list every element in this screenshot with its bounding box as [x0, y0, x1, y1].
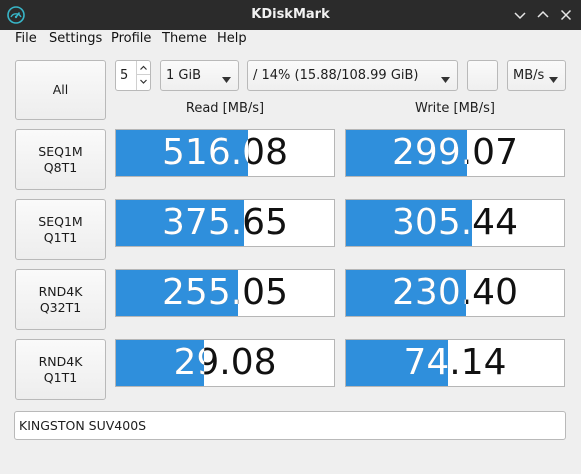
window-title: KDiskMark	[251, 7, 330, 22]
test-button-rnd4k-q32t1[interactable]: RND4K Q32T1	[15, 269, 106, 330]
target-drive-value: / 14% (15.88/108.99 GiB)	[253, 68, 419, 83]
test-button-seq1m-q1t1[interactable]: SEQ1M Q1T1	[15, 199, 106, 260]
kdiskmark-window: KDiskMark File Settings Profile Theme He…	[0, 0, 581, 474]
write-result-rnd4k-q1t1: 74.14 74.14	[345, 339, 565, 387]
spin-down-icon[interactable]	[137, 75, 150, 89]
close-icon[interactable]	[558, 7, 574, 23]
chevron-down-icon	[549, 72, 558, 83]
maximize-icon[interactable]	[535, 7, 551, 23]
read-column-header: Read [MB/s]	[185, 101, 265, 116]
write-result-seq1m-q8t1: 299.07 299.07	[345, 129, 565, 177]
menu-profile[interactable]: Profile	[111, 30, 151, 48]
test-name: RND4K	[38, 284, 83, 299]
run-all-button[interactable]: All	[15, 60, 106, 120]
test-button-seq1m-q8t1[interactable]: SEQ1M Q8T1	[15, 129, 106, 190]
chevron-down-icon	[441, 72, 450, 83]
device-info-field[interactable]: KINGSTON SUV400S	[14, 411, 566, 440]
file-size-select[interactable]: 1 GiB	[160, 60, 239, 91]
menu-theme[interactable]: Theme	[162, 30, 207, 48]
chevron-down-icon	[222, 72, 231, 83]
menu-file[interactable]: File	[15, 30, 37, 48]
target-drive-select[interactable]: / 14% (15.88/108.99 GiB)	[247, 60, 458, 91]
write-result-seq1m-q1t1: 305.44 305.44	[345, 199, 565, 247]
mode-button[interactable]	[467, 60, 498, 91]
test-params: Q1T1	[43, 230, 78, 245]
device-name: KINGSTON SUV400S	[19, 418, 147, 433]
menu-settings[interactable]: Settings	[49, 30, 102, 48]
write-column-header: Write [MB/s]	[415, 101, 495, 116]
unit-select[interactable]: MB/s	[507, 60, 566, 91]
read-result-seq1m-q1t1: 375.65 375.65	[115, 199, 335, 247]
loops-value: 5	[120, 68, 129, 83]
read-result-rnd4k-q32t1: 255.05 255.05	[115, 269, 335, 317]
write-result-rnd4k-q32t1: 230.40 230.40	[345, 269, 565, 317]
spin-up-icon[interactable]	[137, 61, 150, 75]
file-size-value: 1 GiB	[166, 68, 202, 83]
spin-arrows	[136, 61, 150, 90]
menu-help[interactable]: Help	[217, 30, 247, 48]
test-params: Q1T1	[43, 370, 78, 385]
test-name: SEQ1M	[38, 144, 83, 159]
test-name: SEQ1M	[38, 214, 83, 229]
test-params: Q8T1	[43, 160, 78, 175]
test-params: Q32T1	[39, 300, 82, 315]
test-name: RND4K	[38, 354, 83, 369]
read-result-seq1m-q8t1: 516.08 516.08	[115, 129, 335, 177]
minimize-icon[interactable]	[512, 7, 528, 23]
title-bar[interactable]: KDiskMark	[0, 0, 581, 30]
menu-bar: File Settings Profile Theme Help	[0, 30, 581, 48]
test-button-rnd4k-q1t1[interactable]: RND4K Q1T1	[15, 339, 106, 400]
run-all-label: All	[52, 82, 69, 97]
loops-spinbox[interactable]: 5	[115, 60, 151, 91]
read-result-rnd4k-q1t1: 29.08 29.08	[115, 339, 335, 387]
unit-value: MB/s	[513, 68, 545, 83]
